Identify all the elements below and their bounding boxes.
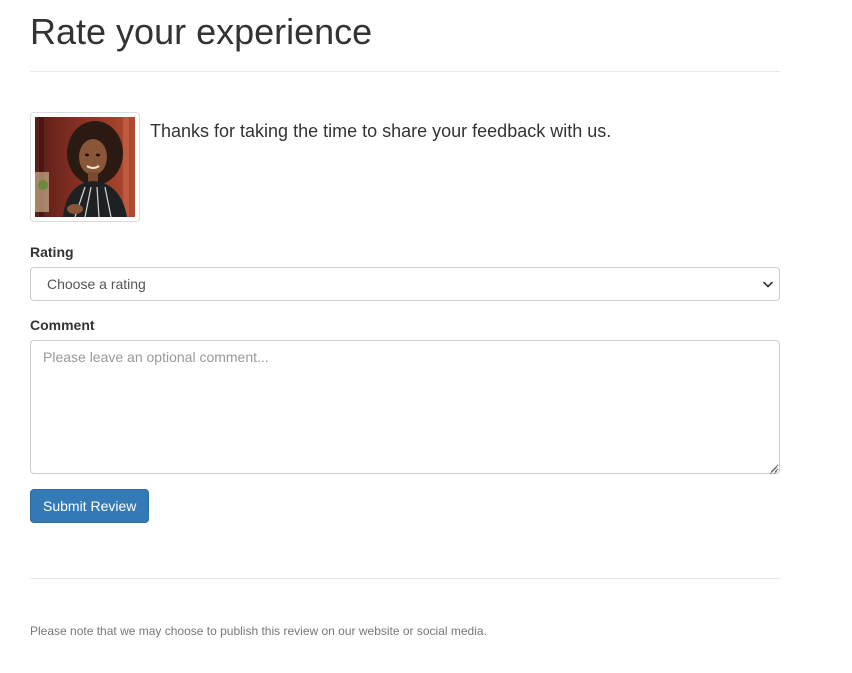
rating-select-value: Choose a rating — [47, 276, 146, 292]
review-page: Rate your experience Thanks for taking t… — [30, 0, 780, 639]
comment-label: Comment — [30, 317, 95, 333]
intro-section: Thanks for taking the time to share your… — [30, 112, 780, 222]
footer-divider — [30, 578, 780, 579]
title-divider — [30, 71, 780, 72]
review-form: Rating Choose a rating Comment Submit Re… — [30, 242, 780, 523]
publish-note: Please note that we may choose to publis… — [30, 624, 487, 638]
submit-review-button[interactable]: Submit Review — [30, 489, 150, 523]
person-photo-icon — [35, 117, 135, 217]
comment-field-wrapper — [30, 340, 780, 475]
page-title: Rate your experience — [30, 11, 373, 52]
comment-textarea[interactable] — [30, 340, 780, 474]
avatar-photo — [35, 117, 135, 217]
rating-select[interactable]: Choose a rating — [30, 267, 780, 301]
resize-handle-icon[interactable] — [768, 462, 778, 475]
rating-label: Rating — [30, 244, 74, 260]
intro-text: Thanks for taking the time to share your… — [150, 121, 612, 141]
chevron-down-icon — [761, 268, 775, 300]
avatar-thumbnail — [30, 112, 140, 222]
